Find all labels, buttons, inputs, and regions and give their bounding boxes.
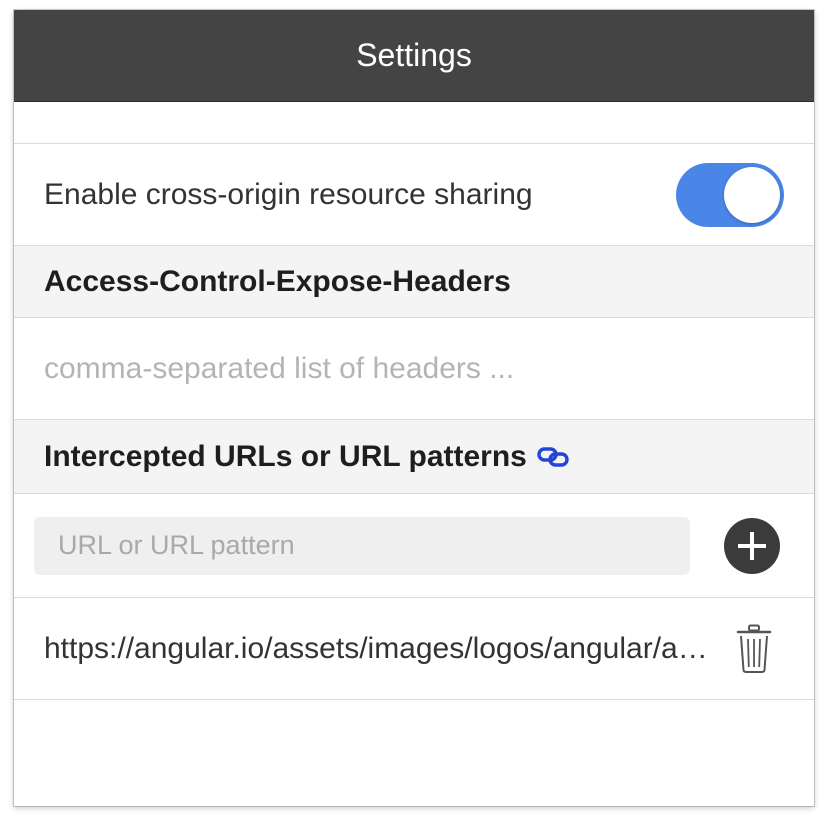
expose-headers-input-row: [14, 318, 814, 420]
plus-icon: [738, 531, 766, 560]
toggle-knob: [724, 166, 780, 223]
expose-headers-title: Access-Control-Expose-Headers: [44, 264, 511, 298]
add-url-button[interactable]: [724, 517, 780, 574]
intercepted-url-text: https://angular.io/assets/images/logos/a…: [44, 631, 710, 665]
url-list-item: https://angular.io/assets/images/logos/a…: [14, 598, 814, 700]
expose-headers-input[interactable]: [44, 351, 784, 386]
delete-url-button[interactable]: [736, 624, 772, 674]
settings-panel: Settings Enable cross-origin resource sh…: [14, 10, 814, 806]
cors-label: Enable cross-origin resource sharing: [44, 177, 533, 211]
title-bar: Settings: [14, 10, 814, 102]
link-icon[interactable]: [537, 446, 569, 468]
page-title: Settings: [356, 37, 472, 73]
url-pattern-input[interactable]: [34, 516, 690, 575]
add-url-row: [14, 494, 814, 598]
expose-headers-section-header: Access-Control-Expose-Headers: [14, 246, 814, 318]
cors-toggle[interactable]: [676, 162, 784, 227]
trash-icon: [736, 624, 772, 673]
cors-setting-row: Enable cross-origin resource sharing: [14, 144, 814, 246]
top-spacer: [14, 102, 814, 144]
intercepted-urls-title: Intercepted URLs or URL patterns: [44, 439, 527, 473]
intercepted-urls-section-header: Intercepted URLs or URL patterns: [14, 420, 814, 494]
